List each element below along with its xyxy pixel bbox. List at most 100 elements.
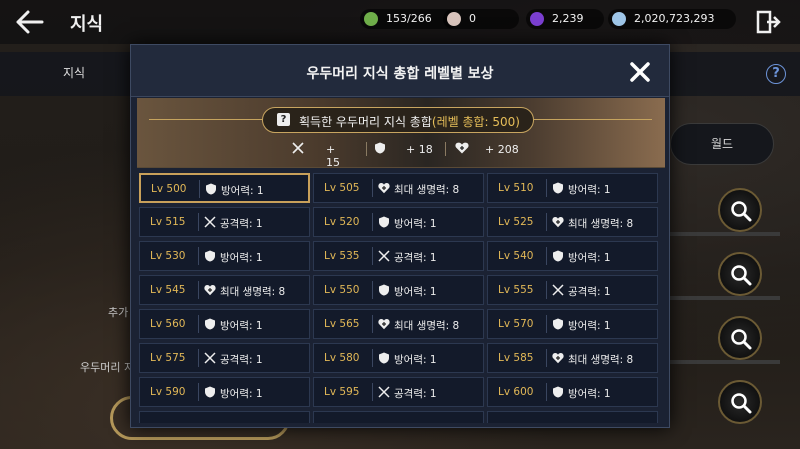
reward-cell[interactable]: Lv 570 방어력: 1 [487, 309, 658, 339]
reward-cell[interactable]: Lv 575 공격력: 1 [139, 343, 310, 373]
magnifier-icon [731, 393, 752, 414]
exit-icon[interactable] [755, 9, 781, 35]
reward-grid: Lv 500 방어력: 1 Lv 505 최대 생명력: 8 Lv 510 방어력: 1L… [139, 173, 663, 423]
reward-cell[interactable]: Lv 505 최대 생명력: 8 [313, 173, 484, 203]
reward-stat: 최대 생명력: 8 [220, 286, 286, 298]
max-hp-icon [378, 183, 390, 194]
search-button[interactable] [718, 316, 762, 360]
reward-cell[interactable]: Lv 595 공격력: 1 [313, 377, 484, 407]
reward-stat: 방어력: 1 [394, 218, 437, 230]
cell-divider [199, 180, 200, 198]
cell-divider [198, 247, 199, 265]
stat-value: + 15 [326, 143, 340, 169]
reward-cell[interactable]: Lv 535 공격력: 1 [313, 241, 484, 271]
progress-track [660, 232, 780, 236]
reward-level: Lv 565 [324, 318, 360, 330]
reward-cell[interactable] [487, 411, 658, 423]
cell-divider [546, 315, 547, 333]
reward-stat: 방어력: 1 [568, 388, 611, 400]
magnifier-icon [731, 265, 752, 286]
defense-icon [553, 318, 563, 330]
attack-icon [204, 352, 216, 364]
max-hp-icon [455, 142, 469, 154]
reward-level: Lv 545 [150, 284, 186, 296]
reward-cell[interactable]: Lv 515 공격력: 1 [139, 207, 310, 237]
reward-level: Lv 590 [150, 386, 186, 398]
question-icon[interactable]: ? [277, 113, 290, 126]
defense-icon [379, 352, 389, 364]
reward-stat: 방어력: 1 [568, 184, 611, 196]
back-arrow-icon[interactable] [14, 9, 44, 35]
magnifier-icon [731, 201, 752, 222]
close-icon[interactable] [629, 61, 651, 83]
reward-cell[interactable]: Lv 500 방어력: 1 [139, 173, 310, 203]
stat-divider [445, 142, 446, 156]
reward-cell[interactable]: Lv 555 공격력: 1 [487, 275, 658, 305]
cell-divider [372, 315, 373, 333]
attack-icon [552, 284, 564, 296]
cell-divider [546, 213, 547, 231]
defense-icon [375, 142, 385, 154]
progress-track [660, 360, 780, 364]
reward-cell[interactable]: Lv 540 방어력: 1 [487, 241, 658, 271]
reward-cell[interactable]: Lv 520 방어력: 1 [313, 207, 484, 237]
cell-divider [198, 315, 199, 333]
search-button[interactable] [718, 188, 762, 232]
tab-knowledge[interactable]: 지식 [63, 64, 85, 81]
reward-level: Lv 600 [498, 386, 534, 398]
reward-level: Lv 585 [498, 352, 534, 364]
resource-silver: 2,020,723,293 [608, 9, 736, 29]
reward-cell[interactable]: Lv 510 방어력: 1 [487, 173, 658, 203]
reward-cell[interactable]: Lv 600 방어력: 1 [487, 377, 658, 407]
help-icon[interactable]: ? [766, 64, 786, 84]
reward-cell[interactable]: Lv 545 최대 생명력: 8 [139, 275, 310, 305]
reward-stat: 방어력: 1 [220, 252, 263, 264]
reward-cell[interactable]: Lv 530 방어력: 1 [139, 241, 310, 271]
search-button[interactable] [718, 380, 762, 424]
defense-icon [206, 183, 216, 195]
reward-stat: 최대 생명력: 8 [394, 184, 460, 196]
reward-cell[interactable] [313, 411, 484, 423]
reward-stat: 방어력: 1 [394, 354, 437, 366]
modal-header: 우두머리 지식 총합 레벨별 보상 [131, 45, 669, 97]
cell-divider [546, 349, 547, 367]
reward-cell[interactable] [139, 411, 310, 423]
total-banner: ? 획득한 우두머리 지식 총합(레벨 총합: 500) + 15 + 18 +… [137, 98, 665, 169]
reward-level: Lv 595 [324, 386, 360, 398]
reward-level: Lv 515 [150, 216, 186, 228]
defense-icon [205, 386, 215, 398]
reward-level: Lv 525 [498, 216, 534, 228]
banner-level: (레벨 총합: 500) [431, 115, 520, 129]
defense-icon [553, 182, 563, 194]
cell-divider [198, 349, 199, 367]
reward-cell[interactable]: Lv 590 방어력: 1 [139, 377, 310, 407]
total-level-text: 획득한 우두머리 지식 총합(레벨 총합: 500) [299, 113, 520, 130]
tab-world[interactable]: 월드 [670, 123, 774, 165]
cell-divider [372, 247, 373, 265]
cell-divider [372, 213, 373, 231]
stat-value: + 18 [406, 143, 433, 156]
reward-stat: 최대 생명력: 8 [568, 354, 634, 366]
attack-icon [378, 250, 390, 262]
reward-cell[interactable]: Lv 560 방어력: 1 [139, 309, 310, 339]
purple-gem-icon [530, 12, 544, 26]
reward-stat: 공격력: 1 [220, 354, 263, 366]
reward-level: Lv 520 [324, 216, 360, 228]
cell-divider [372, 179, 373, 197]
defense-icon [553, 250, 563, 262]
max-hp-icon [552, 217, 564, 228]
reward-stat: 방어력: 1 [568, 320, 611, 332]
reward-cell[interactable]: Lv 525 최대 생명력: 8 [487, 207, 658, 237]
search-button[interactable] [718, 252, 762, 296]
reward-cell[interactable]: Lv 550 방어력: 1 [313, 275, 484, 305]
reward-stat: 공격력: 1 [394, 252, 437, 264]
reward-level: Lv 535 [324, 250, 360, 262]
reward-cell[interactable]: Lv 565 최대 생명력: 8 [313, 309, 484, 339]
reward-stat: 방어력: 1 [221, 185, 264, 197]
cell-divider [546, 281, 547, 299]
reward-cell[interactable]: Lv 580 방어력: 1 [313, 343, 484, 373]
defense-icon [553, 386, 563, 398]
max-hp-icon [378, 319, 390, 330]
reward-cell[interactable]: Lv 585 최대 생명력: 8 [487, 343, 658, 373]
defense-icon [379, 216, 389, 228]
